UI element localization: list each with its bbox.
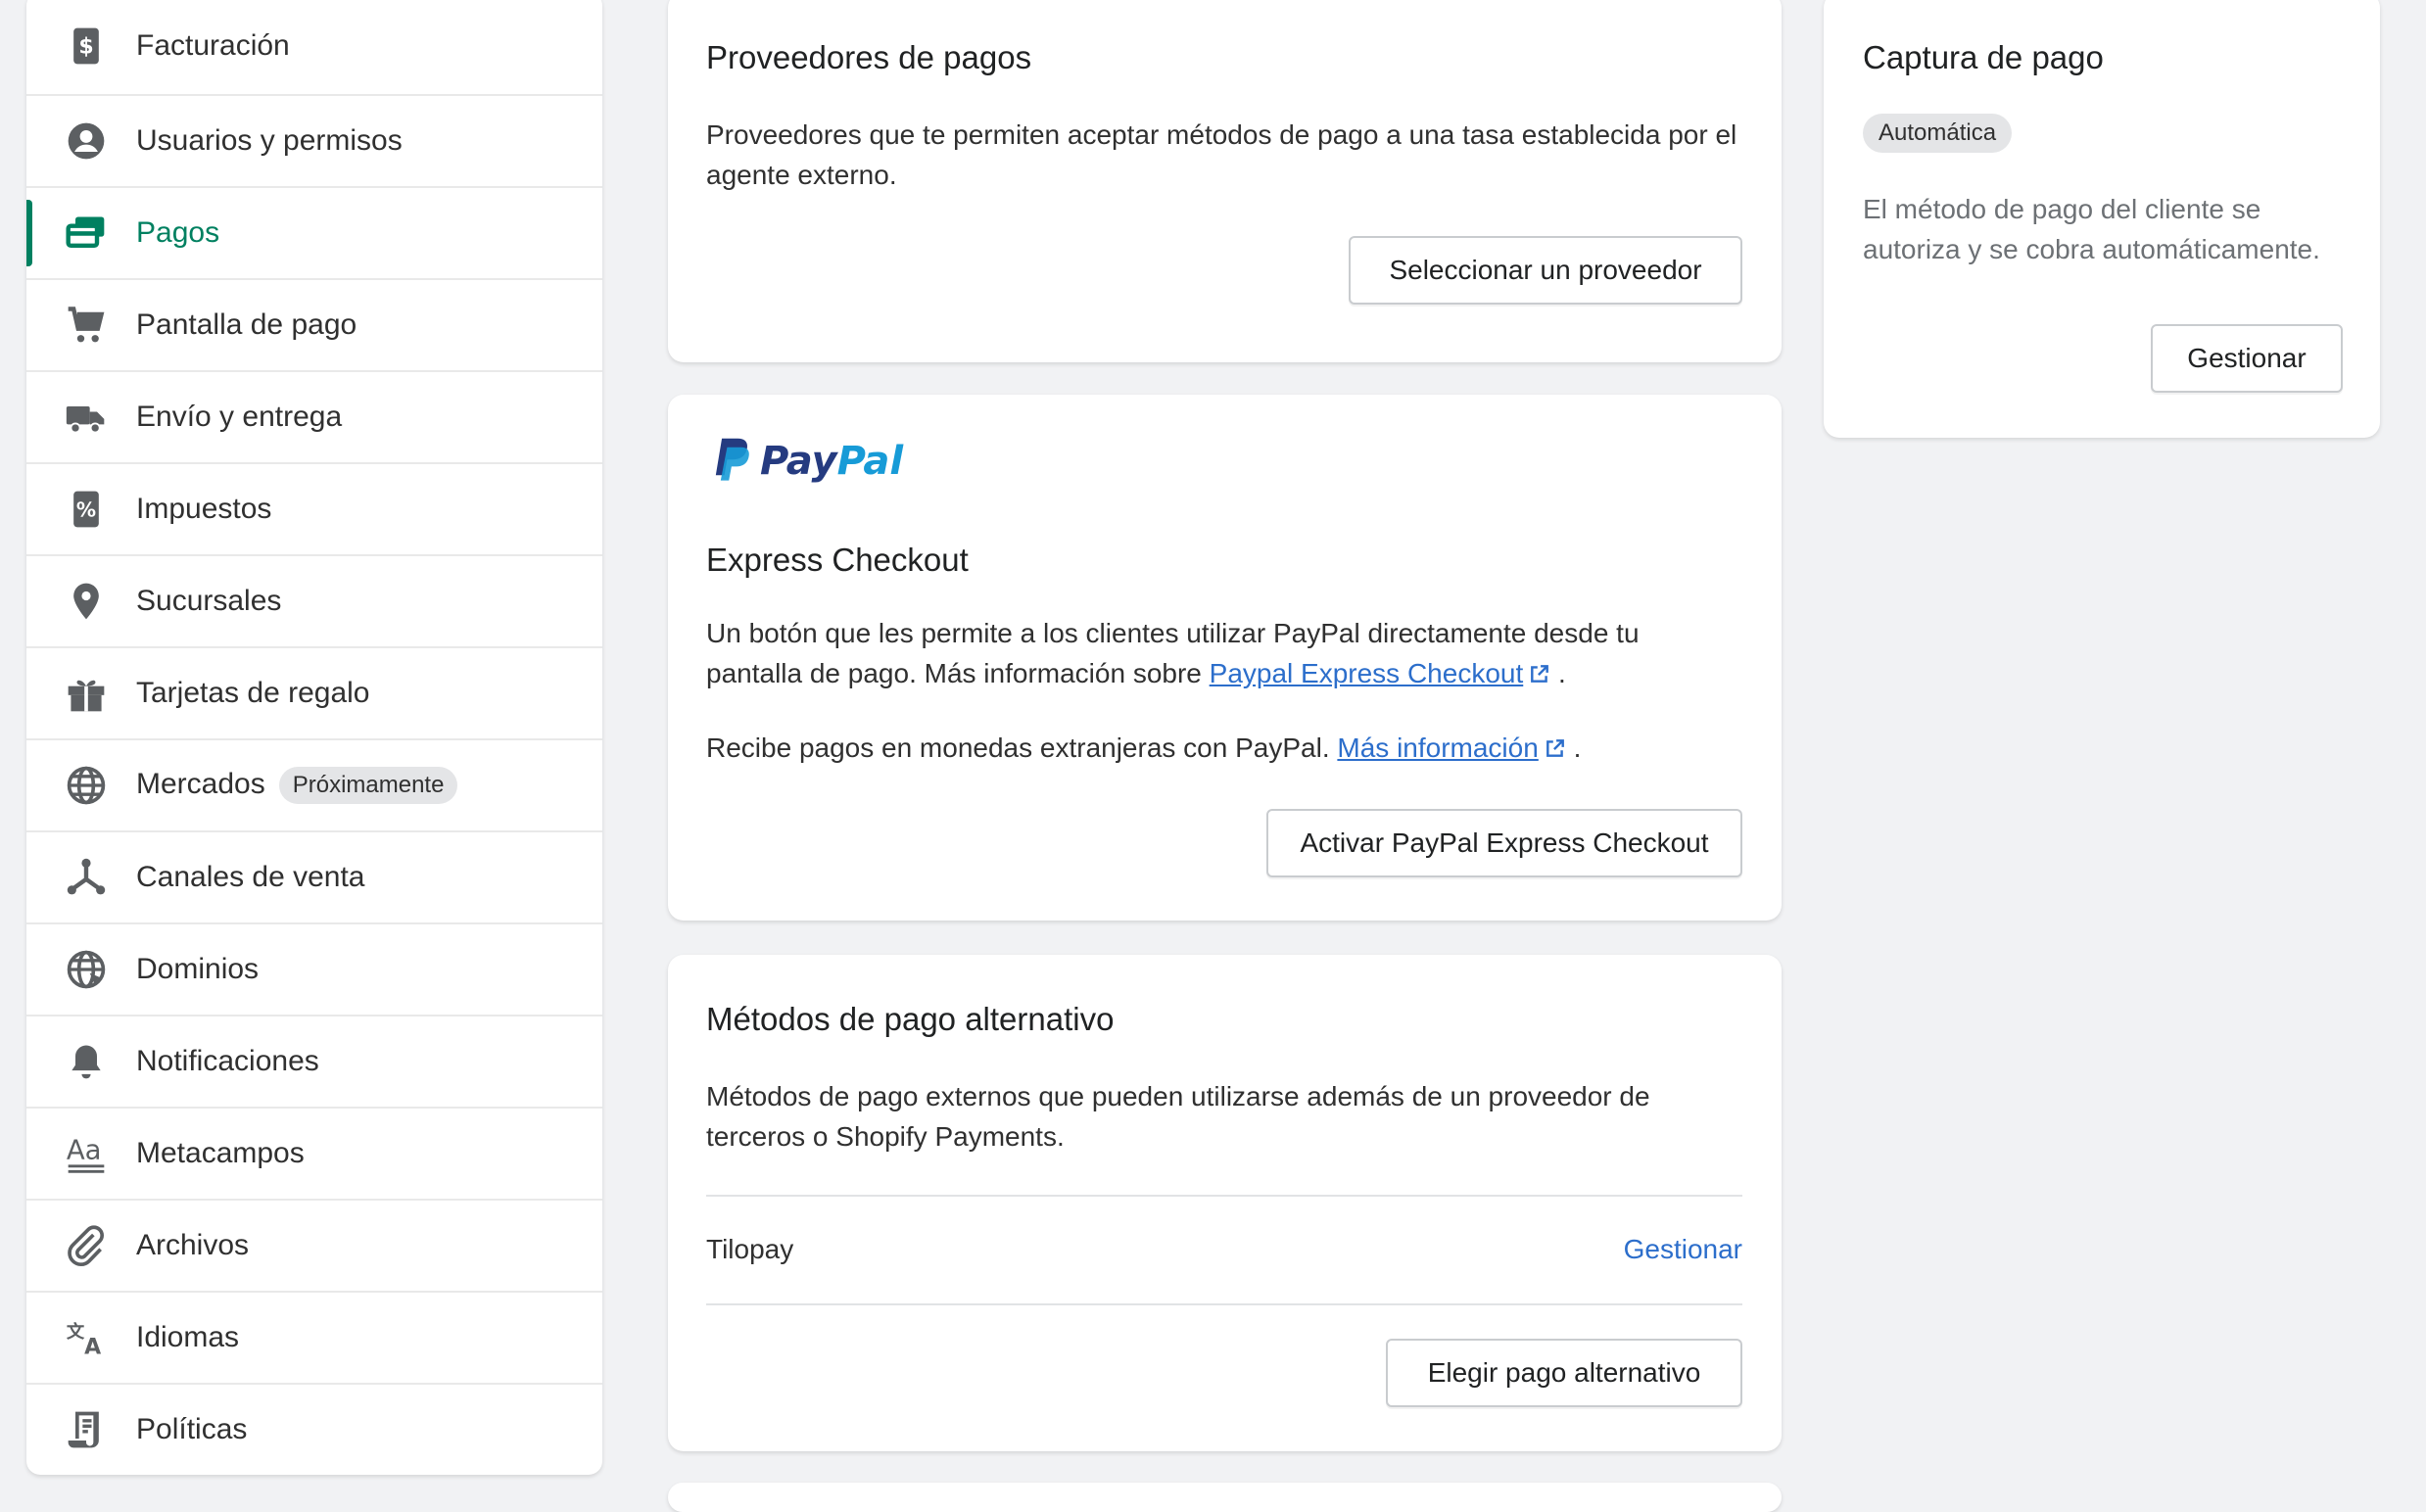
sidebar-item-label: Envío y entrega	[136, 401, 343, 433]
sidebar-item-users[interactable]: Usuarios y permisos	[26, 96, 602, 188]
activate-paypal-button[interactable]: Activar PayPal Express Checkout	[1266, 809, 1742, 877]
card-description: El método de pago del cliente se autoriz…	[1863, 194, 2320, 264]
settings-sidebar: $ Facturación Usuarios y permisos Pagos …	[26, 0, 602, 1475]
card-description-2: Recibe pagos en monedas extranjeras con …	[706, 728, 1744, 768]
divider	[706, 1303, 1742, 1305]
period-text: .	[1558, 658, 1566, 688]
sidebar-item-label: Usuarios y permisos	[136, 124, 403, 157]
sidebar-item-markets[interactable]: Mercados Próximamente	[26, 740, 602, 832]
paypal-currency-text: Recibe pagos en monedas extranjeras con …	[706, 732, 1338, 763]
svg-text:%: %	[76, 497, 96, 521]
cart-icon	[64, 303, 109, 348]
provider-name: Tilopay	[706, 1234, 794, 1264]
svg-text:Aa: Aa	[67, 1135, 102, 1166]
sidebar-item-label: Impuestos	[136, 493, 272, 525]
sidebar-item-metafields[interactable]: Aa Metacampos	[26, 1109, 602, 1201]
sidebar-item-label: Dominios	[136, 953, 260, 985]
card-title: Proveedores de pagos	[706, 39, 1032, 75]
sidebar-item-label: Pantalla de pago	[136, 308, 357, 341]
domain-globe-icon	[64, 947, 109, 992]
payments-icon	[64, 211, 109, 256]
external-link-icon	[1546, 739, 1564, 757]
more-info-link[interactable]: Más información	[1337, 732, 1538, 763]
tax-icon: %	[64, 487, 109, 532]
sidebar-item-label: Políticas	[136, 1413, 248, 1445]
sidebar-item-locations[interactable]: Sucursales	[26, 556, 602, 648]
location-pin-icon	[64, 579, 109, 624]
paperclip-icon	[64, 1223, 109, 1268]
sidebar-item-domains[interactable]: Dominios	[26, 924, 602, 1016]
globe-icon	[64, 763, 109, 808]
card-title: Métodos de pago alternativo	[706, 1001, 1115, 1037]
sidebar-item-label: Notificaciones	[136, 1045, 319, 1077]
sidebar-item-payments[interactable]: Pagos	[26, 188, 602, 280]
sidebar-item-shipping[interactable]: Envío y entrega	[26, 372, 602, 464]
billing-icon: $	[64, 24, 109, 69]
paypal-wordmark: PayPal	[760, 439, 904, 484]
card-description: Métodos de pago externos que pueden util…	[706, 1081, 1650, 1152]
sidebar-item-label: Facturación	[136, 29, 290, 62]
sidebar-item-sales-channels[interactable]: Canales de venta	[26, 832, 602, 924]
sidebar-item-label: Sucursales	[136, 585, 282, 617]
card-title: Express Checkout	[706, 542, 969, 578]
gift-icon	[64, 671, 109, 716]
sidebar-item-taxes[interactable]: % Impuestos	[26, 464, 602, 556]
sidebar-item-label: Archivos	[136, 1229, 250, 1261]
policy-icon	[64, 1407, 109, 1452]
paypal-express-checkout-link[interactable]: Paypal Express Checkout	[1210, 658, 1524, 688]
choose-alternative-button[interactable]: Elegir pago alternativo	[1386, 1339, 1742, 1407]
sidebar-item-gift-cards[interactable]: Tarjetas de regalo	[26, 648, 602, 740]
sidebar-item-label: Metacampos	[136, 1137, 305, 1169]
card-description: Un botón que les permite a los clientes …	[706, 613, 1705, 693]
translate-icon: 文A	[64, 1315, 109, 1360]
status-badge: Automática	[1863, 114, 2013, 153]
payment-capture-card: Captura de pago Automática El método de …	[1824, 0, 2380, 438]
truck-icon	[64, 395, 109, 440]
card-title: Captura de pago	[1863, 39, 2104, 75]
sidebar-item-notifications[interactable]: Notificaciones	[26, 1016, 602, 1109]
svg-text:$: $	[78, 34, 93, 59]
sidebar-item-languages[interactable]: 文A Idiomas	[26, 1293, 602, 1385]
sidebar-item-label: Tarjetas de regalo	[136, 677, 370, 709]
sidebar-item-billing[interactable]: $ Facturación	[26, 0, 602, 96]
svg-text:文: 文	[67, 1321, 85, 1343]
user-circle-icon	[64, 118, 109, 164]
sidebar-item-label: Idiomas	[136, 1321, 240, 1353]
svg-text:A: A	[84, 1336, 101, 1360]
period-text: .	[1573, 732, 1582, 763]
sidebar-item-policies[interactable]: Políticas	[26, 1385, 602, 1475]
metafields-icon: Aa	[64, 1131, 109, 1176]
select-provider-button[interactable]: Seleccionar un proveedor	[1349, 236, 1742, 305]
paypal-mark-icon	[715, 438, 749, 481]
divider	[706, 1195, 1742, 1197]
sales-channels-icon	[64, 855, 109, 900]
external-link-icon	[1531, 665, 1549, 683]
sidebar-item-label: Mercados	[136, 767, 265, 800]
coming-soon-badge: Próximamente	[278, 767, 458, 804]
sidebar-item-label: Canales de venta	[136, 861, 365, 893]
sidebar-item-label: Pagos	[136, 216, 220, 249]
sidebar-item-files[interactable]: Archivos	[26, 1201, 602, 1293]
paypal-card: PayPal Express Checkout Un botón que les…	[668, 395, 1782, 921]
manage-capture-button[interactable]: Gestionar	[2151, 324, 2343, 393]
sidebar-item-checkout[interactable]: Pantalla de pago	[26, 280, 602, 372]
bell-icon	[64, 1039, 109, 1084]
paypal-logo: PayPal	[709, 432, 903, 491]
next-card-edge	[668, 1483, 1782, 1512]
alternative-payments-card: Métodos de pago alternativo Métodos de p…	[668, 955, 1782, 1451]
card-description: Proveedores que te permiten aceptar méto…	[706, 119, 1737, 190]
sidebar-item-label-wrap: Mercados Próximamente	[136, 767, 458, 804]
manage-provider-link[interactable]: Gestionar	[1624, 1234, 1742, 1265]
payment-providers-card: Proveedores de pagos Proveedores que te …	[668, 0, 1782, 362]
